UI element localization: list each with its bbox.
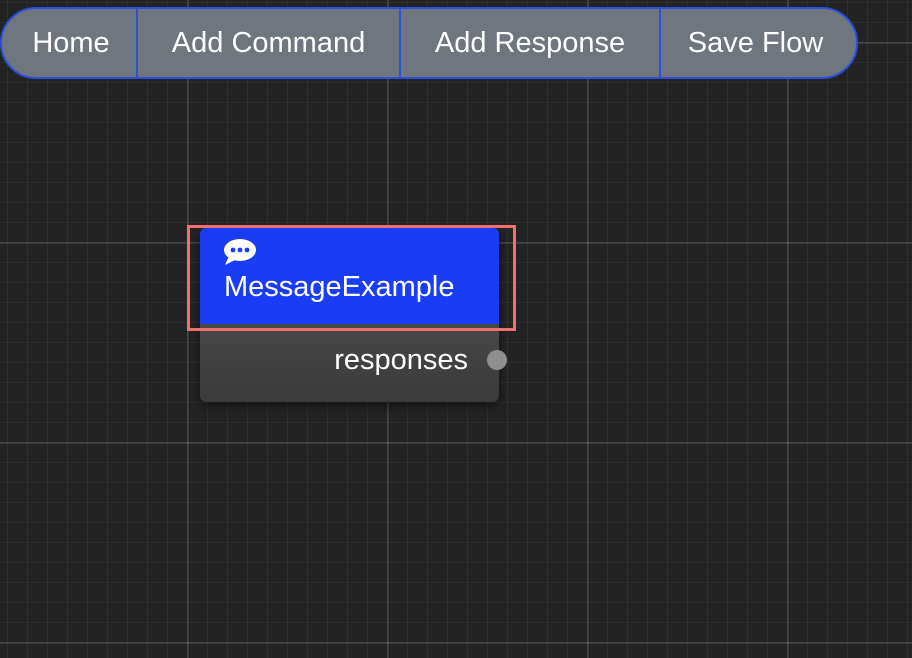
add-response-button[interactable]: Add Response	[399, 9, 659, 77]
toolbar: Home Add Command Add Response Save Flow	[0, 7, 858, 79]
add-command-button[interactable]: Add Command	[136, 9, 399, 77]
message-node[interactable]: MessageExample responses	[200, 228, 499, 402]
flow-canvas[interactable]: Home Add Command Add Response Save Flow …	[0, 0, 912, 658]
output-port-handle[interactable]	[487, 350, 507, 370]
node-header[interactable]: MessageExample	[200, 228, 499, 324]
node-title: MessageExample	[224, 271, 455, 303]
speech-bubble-icon	[224, 239, 256, 265]
home-button[interactable]: Home	[2, 9, 136, 77]
save-flow-button[interactable]: Save Flow	[659, 9, 856, 77]
node-body: responses	[200, 324, 499, 402]
output-port-label: responses	[334, 344, 468, 376]
